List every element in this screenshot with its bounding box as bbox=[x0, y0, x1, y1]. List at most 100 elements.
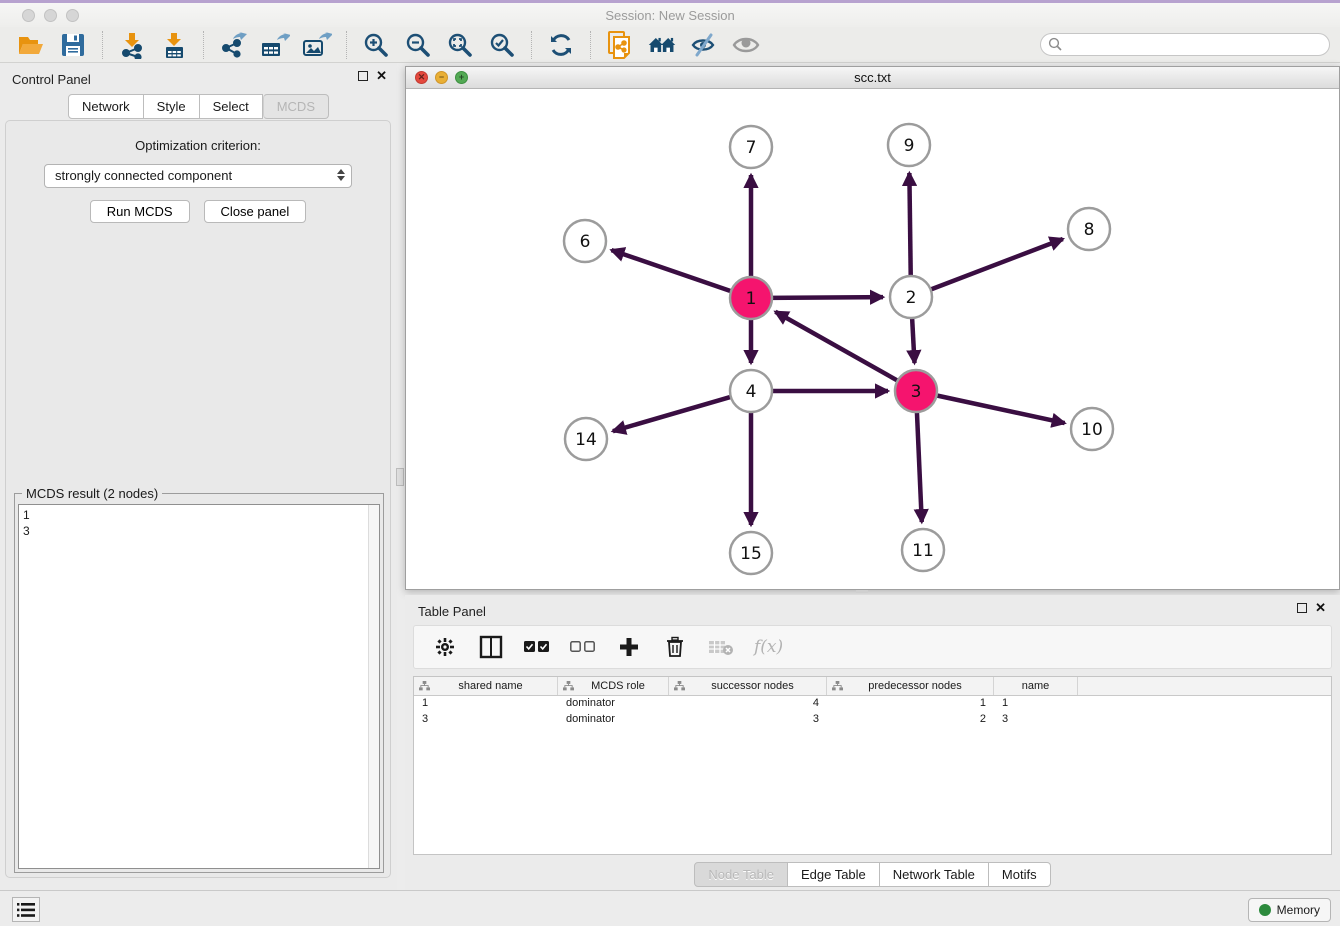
graph-node-11[interactable]: 11 bbox=[902, 529, 944, 571]
graph-node-7[interactable]: 7 bbox=[730, 126, 772, 168]
zoom-in-icon[interactable] bbox=[361, 30, 391, 60]
table-cell[interactable]: 3 bbox=[669, 712, 827, 728]
column-header-successor-nodes[interactable]: successor nodes bbox=[669, 677, 827, 695]
close-table-panel-icon[interactable]: ✕ bbox=[1315, 603, 1326, 613]
network-title: scc.txt bbox=[406, 70, 1339, 85]
graph-node-8[interactable]: 8 bbox=[1068, 208, 1110, 250]
table-cell[interactable]: dominator bbox=[558, 696, 669, 712]
deselect-all-columns-icon[interactable] bbox=[570, 634, 596, 660]
criterion-select[interactable]: strongly connected component bbox=[44, 164, 352, 188]
column-header-shared-name[interactable]: shared name bbox=[414, 677, 558, 695]
graph-edge-2-9[interactable] bbox=[909, 173, 910, 278]
node-table-header: shared nameMCDS rolesuccessor nodesprede… bbox=[414, 677, 1331, 696]
function-builder-icon: f(x) bbox=[754, 634, 783, 660]
import-table-icon[interactable] bbox=[159, 30, 189, 60]
table-cell[interactable]: 3 bbox=[994, 712, 1078, 728]
table-cell[interactable]: dominator bbox=[558, 712, 669, 728]
graph-edge-1-2[interactable] bbox=[770, 297, 883, 298]
result-scrollbar[interactable] bbox=[368, 505, 379, 868]
graph-edge-2-8[interactable] bbox=[929, 239, 1063, 290]
export-image-icon[interactable] bbox=[302, 30, 332, 60]
titlebar: Session: New Session bbox=[0, 3, 1340, 27]
table-tab-node-table[interactable]: Node Table bbox=[694, 862, 788, 887]
toolbar-separator bbox=[102, 31, 103, 59]
graph-node-10[interactable]: 10 bbox=[1071, 408, 1113, 450]
close-panel-icon[interactable]: ✕ bbox=[376, 71, 387, 81]
graph-node-3[interactable]: 3 bbox=[895, 370, 937, 412]
home-view-icon[interactable] bbox=[647, 30, 677, 60]
graph-node-9[interactable]: 9 bbox=[888, 124, 930, 166]
export-table-icon[interactable] bbox=[260, 30, 290, 60]
column-layout-icon[interactable] bbox=[478, 634, 504, 660]
graph-node-label: 2 bbox=[906, 288, 917, 308]
delete-column-icon[interactable] bbox=[662, 634, 688, 660]
graph-node-label: 1 bbox=[746, 289, 757, 309]
memory-button[interactable]: Memory bbox=[1248, 898, 1331, 922]
export-network-icon[interactable] bbox=[218, 30, 248, 60]
tab-mcds[interactable]: MCDS bbox=[263, 94, 329, 119]
tab-network[interactable]: Network bbox=[68, 94, 144, 119]
table-row[interactable]: 1dominator411 bbox=[414, 696, 1331, 712]
graph-node-14[interactable]: 14 bbox=[565, 418, 607, 460]
graph-node-4[interactable]: 4 bbox=[730, 370, 772, 412]
column-header-name[interactable]: name bbox=[994, 677, 1078, 695]
window-resize-handle[interactable] bbox=[856, 590, 868, 593]
open-session-icon[interactable] bbox=[16, 30, 46, 60]
memory-label: Memory bbox=[1277, 903, 1320, 917]
network-window-titlebar[interactable]: ✕ − + scc.txt bbox=[406, 67, 1339, 89]
search-icon bbox=[1048, 37, 1063, 57]
task-history-button[interactable] bbox=[12, 897, 40, 922]
graph-edge-1-6[interactable] bbox=[611, 250, 733, 292]
table-tab-edge-table[interactable]: Edge Table bbox=[788, 862, 880, 887]
node-table-body: 1dominator4113dominator323 bbox=[414, 696, 1331, 728]
graph-node-6[interactable]: 6 bbox=[564, 220, 606, 262]
table-cell[interactable]: 1 bbox=[827, 696, 994, 712]
zoom-out-icon[interactable] bbox=[403, 30, 433, 60]
column-header-predecessor-nodes[interactable]: predecessor nodes bbox=[827, 677, 994, 695]
table-panel: Table Panel ✕ bbox=[405, 595, 1340, 890]
graph-edge-2-3[interactable] bbox=[912, 316, 915, 363]
status-bar: Memory bbox=[0, 890, 1340, 926]
panel-splitter-handle[interactable] bbox=[396, 468, 404, 486]
search-input[interactable] bbox=[1040, 33, 1330, 56]
float-panel-icon[interactable] bbox=[358, 71, 368, 81]
import-network-icon[interactable] bbox=[117, 30, 147, 60]
mcds-result-box[interactable]: 1 3 bbox=[18, 504, 380, 869]
network-canvas[interactable]: 7 9 6 8 1 2 4 3 14 10 15 11 bbox=[406, 89, 1339, 589]
close-panel-button[interactable]: Close panel bbox=[204, 200, 307, 223]
tab-select[interactable]: Select bbox=[200, 94, 263, 119]
graph-node-15[interactable]: 15 bbox=[730, 532, 772, 574]
table-tab-network-table[interactable]: Network Table bbox=[880, 862, 989, 887]
hide-graphics-icon[interactable] bbox=[689, 30, 719, 60]
show-graphics-icon[interactable] bbox=[731, 30, 761, 60]
copy-network-icon[interactable] bbox=[605, 30, 635, 60]
run-mcds-button[interactable]: Run MCDS bbox=[90, 200, 190, 223]
delete-table-icon bbox=[708, 634, 734, 660]
zoom-selected-icon[interactable] bbox=[487, 30, 517, 60]
table-cell[interactable]: 1 bbox=[414, 696, 558, 712]
table-cell[interactable]: 2 bbox=[827, 712, 994, 728]
add-column-icon[interactable] bbox=[616, 634, 642, 660]
table-cell[interactable]: 4 bbox=[669, 696, 827, 712]
graph-node-2[interactable]: 2 bbox=[890, 276, 932, 318]
graph-node-1[interactable]: 1 bbox=[730, 277, 772, 319]
graph-node-label: 11 bbox=[912, 541, 934, 561]
tab-style[interactable]: Style bbox=[144, 94, 200, 119]
column-header-MCDS-role[interactable]: MCDS role bbox=[558, 677, 669, 695]
zoom-fit-icon[interactable] bbox=[445, 30, 475, 60]
save-session-icon[interactable] bbox=[58, 30, 88, 60]
graph-edge-3-11[interactable] bbox=[917, 410, 922, 522]
table-settings-gear-icon[interactable] bbox=[432, 634, 458, 660]
graph-node-label: 4 bbox=[746, 382, 757, 402]
table-tab-motifs[interactable]: Motifs bbox=[989, 862, 1051, 887]
graph-node-label: 8 bbox=[1084, 220, 1095, 240]
select-all-columns-icon[interactable] bbox=[524, 634, 550, 660]
float-table-panel-icon[interactable] bbox=[1297, 603, 1307, 613]
table-row[interactable]: 3dominator323 bbox=[414, 712, 1331, 728]
table-cell[interactable]: 3 bbox=[414, 712, 558, 728]
graph-edge-4-14[interactable] bbox=[613, 396, 733, 431]
graph-edge-3-10[interactable] bbox=[935, 395, 1065, 423]
apply-layout-icon[interactable] bbox=[546, 30, 576, 60]
graph-edge-3-1[interactable] bbox=[775, 312, 899, 382]
table-cell[interactable]: 1 bbox=[994, 696, 1078, 712]
